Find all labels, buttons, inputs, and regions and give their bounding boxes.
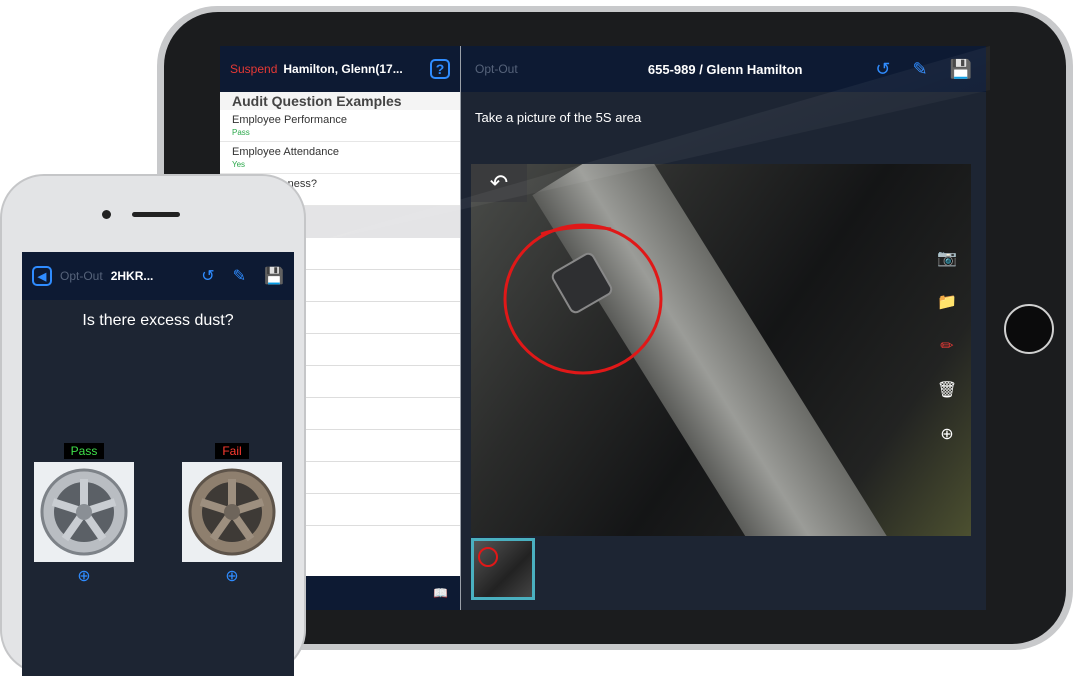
question-title: Employee Performance	[232, 114, 347, 126]
wheel-hub	[224, 504, 240, 520]
question-text: Is there excess dust?	[82, 312, 234, 329]
thumbnail-annotation	[478, 547, 498, 567]
save-icon[interactable]: 💾	[264, 266, 284, 286]
wheel-graphic	[40, 468, 128, 556]
home-button[interactable]	[1004, 304, 1054, 354]
phone-speaker	[132, 212, 180, 217]
pen-icon[interactable]: ✏	[935, 334, 959, 358]
wheel-image-bronze[interactable]	[182, 462, 282, 562]
wheel-graphic	[188, 468, 276, 556]
list-item[interactable]: Employee Attendance Yes	[220, 142, 460, 174]
skip-back-icon[interactable]: ◀	[32, 266, 52, 286]
wheel-image-silver[interactable]	[34, 462, 134, 562]
phone-header: ◀ Opt-Out 2HKR... ↺ ✎ 💾	[22, 252, 294, 300]
book-icon[interactable]: 📖	[433, 586, 448, 600]
page-title: 655-989 / Glenn Hamilton	[647, 61, 803, 77]
list-item[interactable]: Employee Performance Pass	[220, 110, 460, 142]
photo-canvas[interactable]: ↶ 📷 📁 ✏ 🗑 ⊕	[471, 164, 971, 536]
question-status: Yes	[232, 160, 246, 169]
opt-out-button[interactable]: Opt-Out	[475, 62, 575, 76]
photo-annotation	[503, 223, 663, 375]
opt-out-button[interactable]: Opt-Out	[60, 269, 103, 283]
phone-header-actions: ↺ ✎ 💾	[201, 266, 284, 286]
question-prompt: Take a picture of the 5S area	[475, 110, 642, 125]
zoom-icon[interactable]: ⊕	[32, 566, 136, 586]
question-icon[interactable]: ?	[430, 59, 450, 79]
phone-camera	[102, 210, 111, 219]
edit-icon[interactable]: ✎	[912, 59, 927, 80]
question-status: Pass	[232, 128, 250, 137]
fail-choice[interactable]: Fail ⊕	[180, 442, 284, 586]
back-arrow-icon[interactable]: ↶	[471, 164, 527, 202]
detail-header: Opt-Out 655-989 / Glenn Hamilton ↺ ✎ 💾	[461, 46, 986, 92]
camera-icon[interactable]: 📷	[935, 246, 959, 270]
section-title: Audit Question Examples	[220, 92, 460, 110]
pass-choice[interactable]: Pass ⊕	[32, 442, 136, 586]
inspector-name: Hamilton, Glenn(17...	[283, 62, 403, 76]
save-icon[interactable]: 💾	[950, 59, 972, 80]
tablet-screen: Suspend Hamilton, Glenn(17... ? Audit Qu…	[220, 46, 986, 610]
list-header: Suspend Hamilton, Glenn(17... ?	[220, 46, 460, 92]
phone-frame: ◀ Opt-Out 2HKR... ↺ ✎ 💾 Is there excess …	[0, 174, 306, 676]
pass-label: Pass	[63, 443, 105, 459]
wheel-hub	[76, 504, 92, 520]
audit-code: 2HKR...	[110, 269, 154, 283]
add-icon[interactable]: ⊕	[935, 422, 959, 446]
phone-screen: ◀ Opt-Out 2HKR... ↺ ✎ 💾 Is there excess …	[22, 252, 294, 676]
photo-latch	[551, 252, 613, 314]
suspend-button[interactable]: Suspend	[230, 62, 277, 76]
header-actions: ↺ ✎ 💾	[875, 59, 972, 80]
folder-icon[interactable]: 📁	[935, 290, 959, 314]
photo-thumbnail[interactable]	[471, 538, 535, 600]
thumbnail-circle	[478, 547, 498, 567]
fail-label: Fail	[215, 443, 249, 459]
edit-icon[interactable]: ✎	[233, 266, 246, 286]
photo-toolbar: 📷 📁 ✏ 🗑 ⊕	[935, 246, 959, 446]
question-detail-pane: Opt-Out 655-989 / Glenn Hamilton ↺ ✎ 💾 T…	[461, 46, 986, 610]
undo-icon[interactable]: ↺	[875, 59, 890, 80]
zoom-icon[interactable]: ⊕	[180, 566, 284, 586]
trash-icon[interactable]: 🗑	[935, 378, 959, 402]
undo-icon[interactable]: ↺	[201, 266, 214, 286]
question-title: Employee Attendance	[232, 146, 340, 158]
